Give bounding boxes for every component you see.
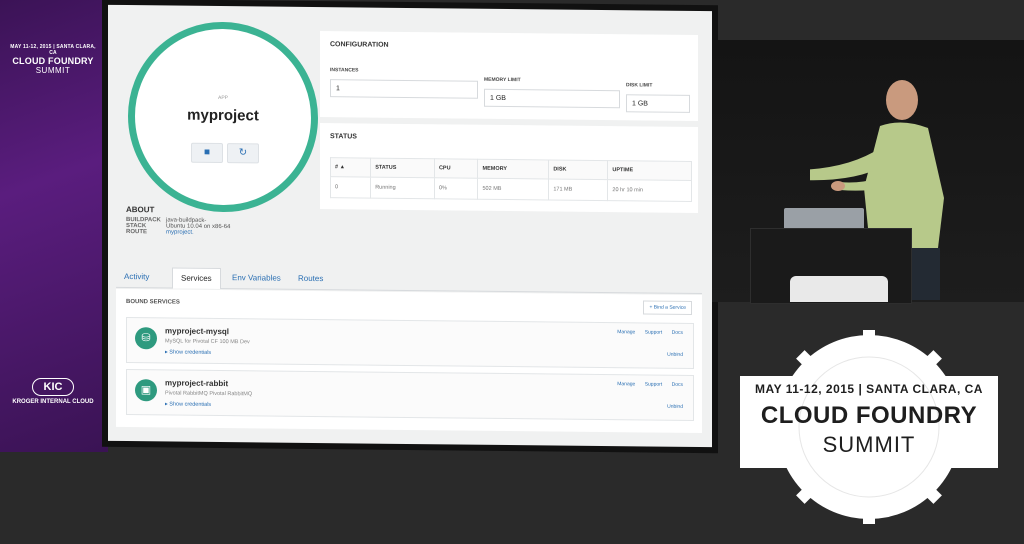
show-credentials-link[interactable]: ▸ Show credentials xyxy=(165,401,211,407)
route-link[interactable]: myproject. xyxy=(166,229,194,235)
tab-routes[interactable]: Routes xyxy=(290,269,331,289)
status-panel: STATUS # ▲ STATUS CPU MEMORY DISK UPTIME… xyxy=(320,123,698,214)
docs-link[interactable]: Docs xyxy=(672,330,683,336)
banner-date: MAY 11-12, 2015 | SANTA CLARA, CA xyxy=(10,44,96,56)
app-label: APP xyxy=(217,94,228,102)
service-item: ⛁ myproject-mysql MySQL for Pivotal CF 1… xyxy=(126,317,694,369)
bound-services-heading: BOUND SERVICES xyxy=(126,299,180,306)
projected-screen: APP myproject ■ ↻ ABOUT BUILDPACK java-bu… xyxy=(108,4,712,448)
service-plan: MySQL for Pivotal CF 100 MB Dev xyxy=(165,338,250,346)
service-links: Manage Support Docs xyxy=(609,381,683,388)
stop-button[interactable]: ■ xyxy=(191,142,223,164)
table-cell: 171 MB xyxy=(548,178,608,201)
memory-limit-select[interactable]: 1 GB xyxy=(484,88,620,109)
mysql-service-icon: ⛁ xyxy=(135,327,157,350)
event-banner: MAY 11-12, 2015 | SANTA CLARA, CA CLOUD … xyxy=(0,0,108,452)
configuration-heading: CONFIGURATION xyxy=(330,41,389,49)
unbind-link[interactable]: Unbind xyxy=(667,352,683,358)
app-name: myproject xyxy=(187,106,259,125)
service-plan: Pivotal RabbitMQ Pivotal RabbitMQ xyxy=(165,390,253,398)
rabbitmq-service-icon: ▣ xyxy=(135,379,157,402)
configuration-panel: CONFIGURATION INSTANCES 1 MEMORY LIMIT 1… xyxy=(320,31,698,122)
service-name: myproject-mysql xyxy=(165,326,230,337)
disk-limit-select[interactable]: 1 GB xyxy=(626,94,690,113)
manage-link[interactable]: Manage xyxy=(617,329,635,335)
table-cell: Running xyxy=(370,177,435,199)
column-header[interactable]: UPTIME xyxy=(607,160,692,181)
instance-table: # ▲ STATUS CPU MEMORY DISK UPTIME 0 Runn… xyxy=(330,157,692,202)
banner-event: SUMMIT xyxy=(35,66,71,75)
instances-label: INSTANCES xyxy=(330,67,359,74)
support-link[interactable]: Support xyxy=(645,329,663,335)
route-label: ROUTE xyxy=(126,229,147,236)
table-cell: 502 MB xyxy=(477,178,549,200)
column-header[interactable]: MEMORY xyxy=(477,159,549,179)
show-credentials-link[interactable]: ▸ Show credentials xyxy=(165,349,211,355)
badge-date: MAY 11-12, 2015 | SANTA CLARA, CA xyxy=(755,382,983,396)
podium-logo xyxy=(790,276,888,302)
badge-brand: CLOUD FOUNDRY xyxy=(760,402,978,429)
badge-event: SUMMIT xyxy=(822,432,916,457)
tab-env-variables[interactable]: Env Variables xyxy=(224,268,289,289)
conference-photo: MAY 11-12, 2015 | SANTA CLARA, CA CLOUD … xyxy=(0,0,1024,544)
summit-badge: MAY 11-12, 2015 | SANTA CLARA, CA CLOUD … xyxy=(740,330,998,524)
tab-services[interactable]: Services xyxy=(172,267,221,290)
instances-input[interactable]: 1 xyxy=(330,79,478,99)
column-header[interactable]: DISK xyxy=(548,159,608,180)
disk-limit-label: DISK LIMIT xyxy=(626,82,653,89)
column-header[interactable]: CPU xyxy=(434,158,478,179)
restart-button[interactable]: ↻ xyxy=(227,143,259,164)
unbind-link[interactable]: Unbind xyxy=(667,404,683,410)
manage-link[interactable]: Manage xyxy=(617,381,635,387)
kic-name: KROGER INTERNAL CLOUD xyxy=(12,399,94,405)
stop-icon: ■ xyxy=(203,146,211,158)
app-status-ring: APP myproject ■ ↻ xyxy=(128,21,318,214)
tab-activity[interactable]: Activity xyxy=(116,267,157,287)
column-header[interactable]: STATUS xyxy=(370,158,435,178)
table-cell: 20 hr 10 min xyxy=(607,179,692,202)
kic-cloud-icon: KIC xyxy=(32,378,74,396)
column-header[interactable]: # ▲ xyxy=(330,157,371,178)
service-links: Manage Support Docs xyxy=(609,329,683,336)
memory-limit-label: MEMORY LIMIT xyxy=(484,76,521,84)
bind-service-button[interactable]: + Bind a Service xyxy=(643,300,692,315)
banner-brand: CLOUD FOUNDRY xyxy=(12,56,94,66)
table-cell: 0% xyxy=(434,177,478,200)
support-link[interactable]: Support xyxy=(645,381,663,387)
restart-icon: ↻ xyxy=(238,147,248,159)
table-cell: 0 xyxy=(330,176,371,199)
kic-logo: KIC KROGER INTERNAL CLOUD xyxy=(8,378,98,405)
summit-logo: MAY 11-12, 2015 | SANTA CLARA, CA CLOUD … xyxy=(10,30,96,88)
service-name: myproject-rabbit xyxy=(165,378,229,389)
route-row: ROUTE myproject. xyxy=(126,229,326,237)
table-row: 0 Running 0% 502 MB 171 MB 20 hr 10 min xyxy=(330,176,692,202)
about-heading: ABOUT xyxy=(126,205,155,215)
docs-link[interactable]: Docs xyxy=(672,382,683,388)
about-section: ABOUT BUILDPACK java-buildpack- STACK Ubun… xyxy=(126,205,326,237)
status-heading: STATUS xyxy=(330,133,357,141)
bound-services-panel: BOUND SERVICES + Bind a Service ⛁ myproj… xyxy=(116,288,702,434)
service-item: ▣ myproject-rabbit Pivotal RabbitMQ Pivo… xyxy=(126,369,694,421)
